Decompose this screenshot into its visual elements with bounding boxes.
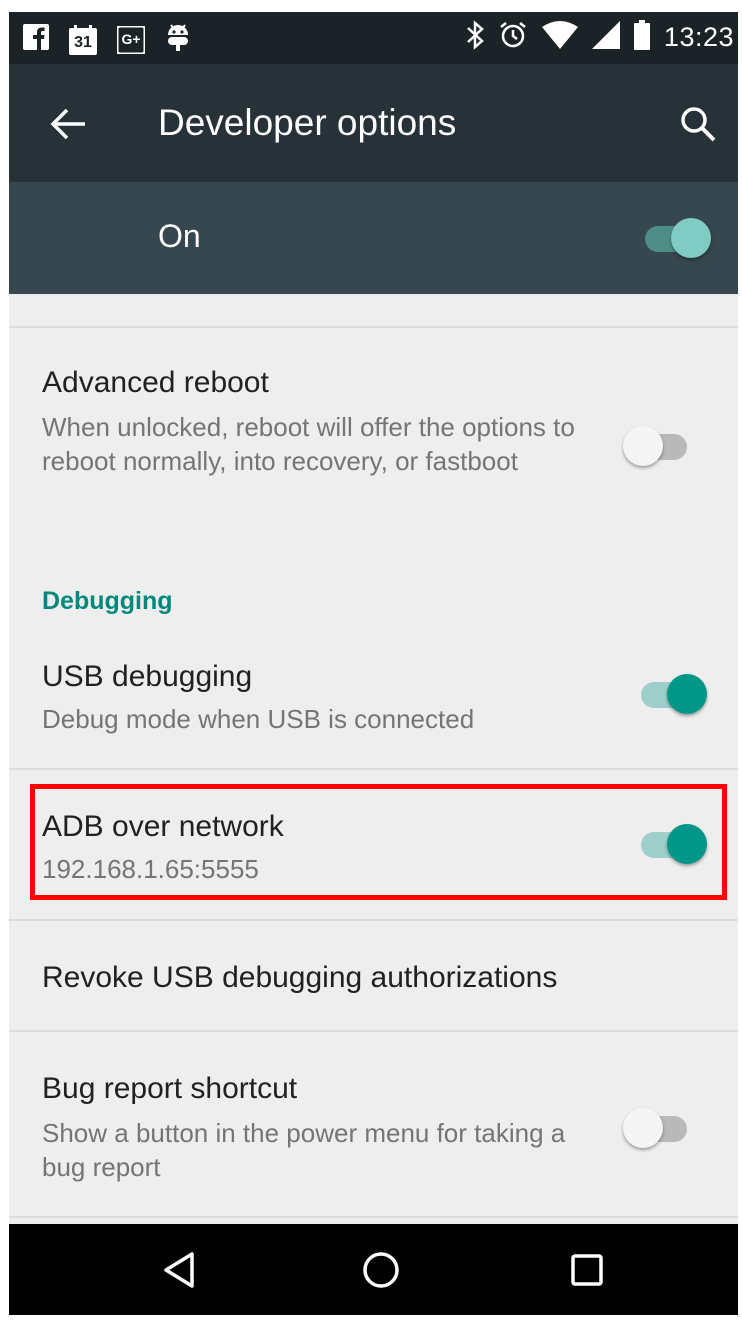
pref-title: USB debugging [42, 660, 253, 693]
switch-thumb [623, 1108, 663, 1148]
status-bar: 31 G+ 13:23 [9, 12, 738, 64]
search-button[interactable] [674, 100, 722, 148]
pref-title: Advanced reboot [42, 366, 269, 399]
nav-home-button[interactable] [355, 1244, 407, 1296]
pref-summary: Show a button in the power menu for taki… [42, 1118, 566, 1182]
android-debug-icon [165, 22, 191, 57]
bug-report-toggle[interactable] [623, 1106, 697, 1150]
google-plus-label: G+ [121, 30, 141, 47]
calendar-day: 31 [74, 33, 92, 51]
switch-thumb [671, 218, 711, 258]
pref-summary: Debug mode when USB is connected [42, 704, 475, 734]
app-bar: Developer options [9, 64, 738, 182]
nav-recents-button[interactable] [561, 1244, 613, 1296]
pref-revoke-usb-authorizations[interactable]: Revoke USB debugging authorizations [9, 921, 738, 1029]
category-debugging: Debugging [42, 587, 173, 615]
pref-bug-report-shortcut[interactable]: Bug report shortcut Show a button in the… [9, 1032, 738, 1212]
switch-thumb [623, 426, 663, 466]
home-circle-icon [363, 1252, 399, 1288]
google-plus-icon: G+ [115, 24, 147, 55]
back-triangle-icon [164, 1252, 194, 1288]
pref-summary: When unlocked, reboot will offer the opt… [42, 412, 575, 476]
alarm-icon [498, 20, 528, 55]
divider [9, 768, 738, 770]
nav-back-button[interactable] [154, 1244, 206, 1296]
usb-debugging-toggle[interactable] [637, 672, 711, 716]
device-screen: 31 G+ 13:23 Developer options On Advance… [9, 12, 738, 1315]
navigation-bar [9, 1224, 738, 1315]
divider [9, 1216, 738, 1218]
pref-advanced-reboot[interactable]: Advanced reboot When unlocked, reboot wi… [9, 342, 738, 532]
facebook-icon [23, 23, 49, 56]
master-switch-label: On [158, 218, 201, 254]
battery-icon [633, 20, 650, 55]
back-button[interactable] [45, 100, 93, 148]
bluetooth-icon [466, 20, 484, 55]
pref-title: Revoke USB debugging authorizations [42, 961, 558, 994]
calendar-icon: 31 [69, 24, 97, 55]
arrow-left-icon [50, 108, 85, 140]
page-title: Developer options [158, 102, 457, 143]
signal-icon [591, 21, 620, 54]
pref-usb-debugging[interactable]: USB debugging Debug mode when USB is con… [9, 642, 738, 767]
wifi-icon [541, 21, 578, 54]
status-time: 13:23 [663, 22, 734, 52]
search-icon [681, 107, 716, 142]
master-toggle[interactable] [641, 216, 715, 260]
advanced-reboot-toggle[interactable] [623, 424, 697, 468]
pref-title: Bug report shortcut [42, 1072, 298, 1105]
highlight-box [30, 784, 727, 900]
master-switch-bar[interactable]: On [9, 182, 738, 294]
recents-square-icon [571, 1254, 603, 1286]
switch-thumb [667, 674, 707, 714]
divider [9, 326, 738, 328]
